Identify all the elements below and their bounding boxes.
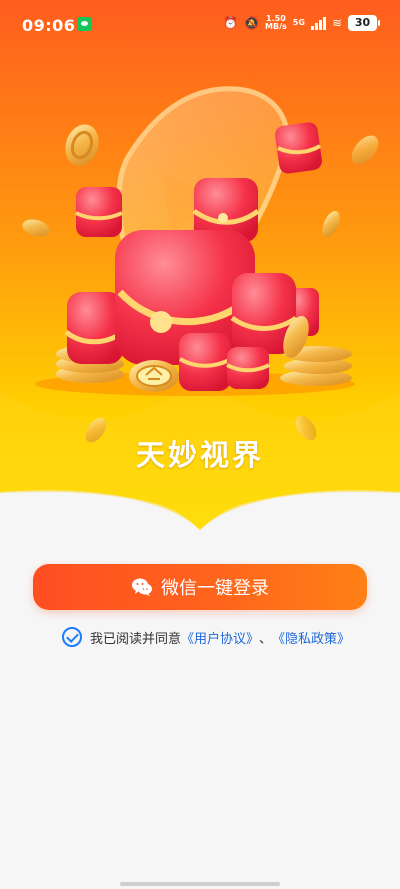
status-time: 09:06 bbox=[22, 16, 76, 35]
wechat-notification-icon bbox=[77, 17, 92, 31]
agreement-checkbox[interactable] bbox=[62, 627, 82, 647]
cellular-signal-icon bbox=[310, 16, 326, 30]
wechat-login-button[interactable]: 微信一键登录 bbox=[33, 564, 367, 610]
battery-level: 30 bbox=[354, 16, 371, 29]
wechat-icon bbox=[132, 578, 152, 596]
wifi-icon: ≋ bbox=[331, 16, 342, 30]
privacy-policy-link[interactable]: 《隐私政策》 bbox=[272, 628, 350, 647]
app-name: 天妙视界 bbox=[135, 438, 264, 472]
silent-bell-icon: 🔕 bbox=[244, 16, 260, 30]
network-speed-unit: MB/s bbox=[265, 22, 287, 31]
battery-icon: 30 bbox=[348, 15, 380, 31]
agreement-separator: 、 bbox=[259, 631, 273, 647]
network-speed: 1.50 MB/s bbox=[265, 15, 287, 31]
wechat-login-label: 微信一键登录 bbox=[161, 578, 269, 599]
agreement-consent: 我已阅读并同意 《用户协议》 、 《隐私政策》 bbox=[62, 627, 350, 647]
status-icons: ⏰ 🔕 1.50 MB/s 5G ≋ 30 bbox=[223, 15, 380, 31]
alarm-icon: ⏰ bbox=[223, 16, 239, 30]
home-indicator[interactable] bbox=[120, 882, 280, 886]
status-bar: 09:06 ⏰ 🔕 1.50 MB/s 5G ≋ 30 bbox=[0, 0, 400, 48]
agreement-prefix: 我已阅读并同意 bbox=[90, 631, 182, 647]
user-agreement-link[interactable]: 《用户协议》 bbox=[181, 628, 259, 647]
network-type: 5G bbox=[292, 18, 305, 27]
login-screen: 09:06 ⏰ 🔕 1.50 MB/s 5G ≋ 30 天妙视界 微信一键登录 bbox=[0, 0, 400, 889]
